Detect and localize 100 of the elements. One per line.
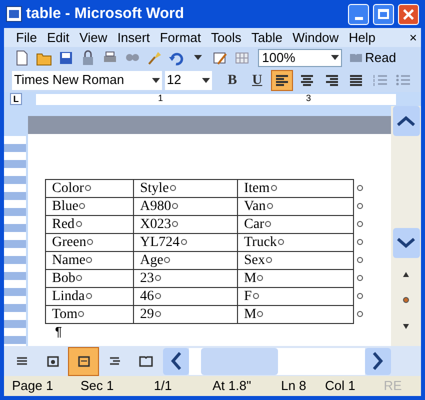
scroll-right-button[interactable] xyxy=(365,348,391,374)
page-icon xyxy=(76,354,90,368)
close-document-button[interactable]: × xyxy=(409,28,417,48)
brush-icon xyxy=(146,50,162,66)
menu-item[interactable]: Edit xyxy=(46,28,70,48)
scroll-thumb[interactable] xyxy=(201,348,278,374)
end-of-cell-mark xyxy=(79,203,86,210)
zoom-value: 100% xyxy=(262,48,296,67)
table-cell: X023 xyxy=(134,216,238,234)
minimize-button[interactable] xyxy=(348,4,369,24)
end-of-cell-mark xyxy=(266,257,272,264)
end-of-cell-mark xyxy=(86,257,92,264)
end-of-cell-mark xyxy=(266,203,273,210)
scroll-down-button[interactable] xyxy=(392,228,420,258)
menu-item[interactable]: Insert xyxy=(117,28,150,48)
status-field: Page 1 xyxy=(12,376,80,396)
table-pen-icon xyxy=(212,50,228,66)
maximize-button[interactable] xyxy=(373,4,394,24)
end-of-cell-mark xyxy=(357,203,363,209)
tab-stop-selector[interactable]: L xyxy=(10,93,22,105)
end-of-cell-mark xyxy=(155,293,161,300)
scroll-up-button[interactable] xyxy=(392,106,420,136)
justify-icon xyxy=(348,73,364,87)
end-of-cell-mark xyxy=(84,185,91,192)
close-icon xyxy=(403,8,414,20)
table-cell: Green xyxy=(46,234,134,252)
font-dropdown[interactable]: Times New Roman xyxy=(12,70,162,90)
menu-item[interactable]: Window xyxy=(292,28,339,48)
table-cell: Age xyxy=(134,252,238,270)
menu-item[interactable]: Tools xyxy=(211,28,242,48)
menu-item[interactable]: Table xyxy=(251,28,282,48)
end-of-cell-mark xyxy=(257,311,264,318)
end-of-cell-mark xyxy=(155,275,161,282)
align-left-icon xyxy=(274,73,290,87)
table-cell: Linda xyxy=(46,288,134,306)
end-of-cell-mark xyxy=(170,185,176,192)
table-cell: Red xyxy=(46,216,134,234)
align-right-icon xyxy=(324,73,340,87)
minimize-icon xyxy=(354,16,362,20)
end-of-cell-mark xyxy=(252,293,259,300)
font-size: 12 xyxy=(166,71,182,90)
read-button[interactable]: Read xyxy=(350,48,396,68)
menu-item[interactable]: File xyxy=(16,28,37,48)
close-button[interactable] xyxy=(398,4,419,24)
table-cell: Color xyxy=(46,180,134,198)
end-of-cell-mark xyxy=(87,239,94,246)
end-of-cell-mark xyxy=(357,257,363,263)
table-cell: M xyxy=(238,306,354,324)
end-of-cell-mark xyxy=(357,239,363,245)
end-of-cell-mark xyxy=(257,275,264,282)
underline-button[interactable]: U xyxy=(246,70,268,90)
lock-icon xyxy=(80,50,96,66)
status-field: 1/1 xyxy=(154,376,213,396)
table-cell: Tom xyxy=(46,306,134,324)
status-field: Col 1 xyxy=(325,376,384,396)
table-cell: Bob xyxy=(46,270,134,288)
end-of-cell-mark xyxy=(270,185,277,192)
table-cell: A980 xyxy=(134,198,238,216)
outline-icon xyxy=(108,354,122,368)
window-title: table - Microsoft Word xyxy=(26,4,186,24)
ruler-number: 3 xyxy=(306,92,312,104)
chevron-up-icon xyxy=(397,116,415,126)
table-cell: Van xyxy=(238,198,354,216)
scroll-left-button[interactable] xyxy=(163,348,189,374)
menu-item[interactable]: Help xyxy=(348,28,376,48)
align-left-button[interactable] xyxy=(271,70,293,90)
end-of-cell-mark xyxy=(78,311,84,318)
status-field: Sec 1 xyxy=(80,376,154,396)
zoom-dropdown[interactable]: 100% xyxy=(258,48,342,66)
table-cell: 23 xyxy=(134,270,238,288)
caret-icon xyxy=(194,55,202,60)
table-cell: Name xyxy=(46,252,134,270)
paragraph-mark: ¶ xyxy=(55,324,63,339)
horizontal-ruler[interactable]: 1 3 xyxy=(36,94,396,104)
web-page-icon xyxy=(46,354,60,368)
binoculars-icon xyxy=(126,54,138,61)
table-cell: Blue xyxy=(46,198,134,216)
menu-item[interactable]: View xyxy=(79,28,108,48)
chevron-right-icon xyxy=(373,352,383,370)
status-field: RE xyxy=(384,376,414,396)
end-of-cell-mark xyxy=(265,221,272,228)
maximize-icon xyxy=(378,9,389,19)
align-center-icon xyxy=(298,73,315,87)
view-button[interactable] xyxy=(68,346,99,376)
menu-item[interactable]: Format xyxy=(160,28,201,48)
end-of-cell-mark xyxy=(357,221,363,227)
end-of-cell-mark xyxy=(86,293,92,300)
end-of-cell-mark xyxy=(155,311,161,318)
end-of-cell-mark xyxy=(180,239,187,246)
table-cell: Style xyxy=(134,180,238,198)
table-cell: 46 xyxy=(134,288,238,306)
status-field: At 1.8" xyxy=(212,376,281,396)
caret-icon xyxy=(331,55,339,60)
end-of-cell-mark xyxy=(278,239,284,246)
arrow-down-icon xyxy=(403,324,409,328)
font-size-dropdown[interactable]: 12 xyxy=(164,70,212,90)
bold-button[interactable]: B xyxy=(221,70,244,90)
ruler-number: 1 xyxy=(158,92,164,104)
table-cell: Truck xyxy=(238,234,354,252)
end-of-cell-mark xyxy=(164,257,170,264)
